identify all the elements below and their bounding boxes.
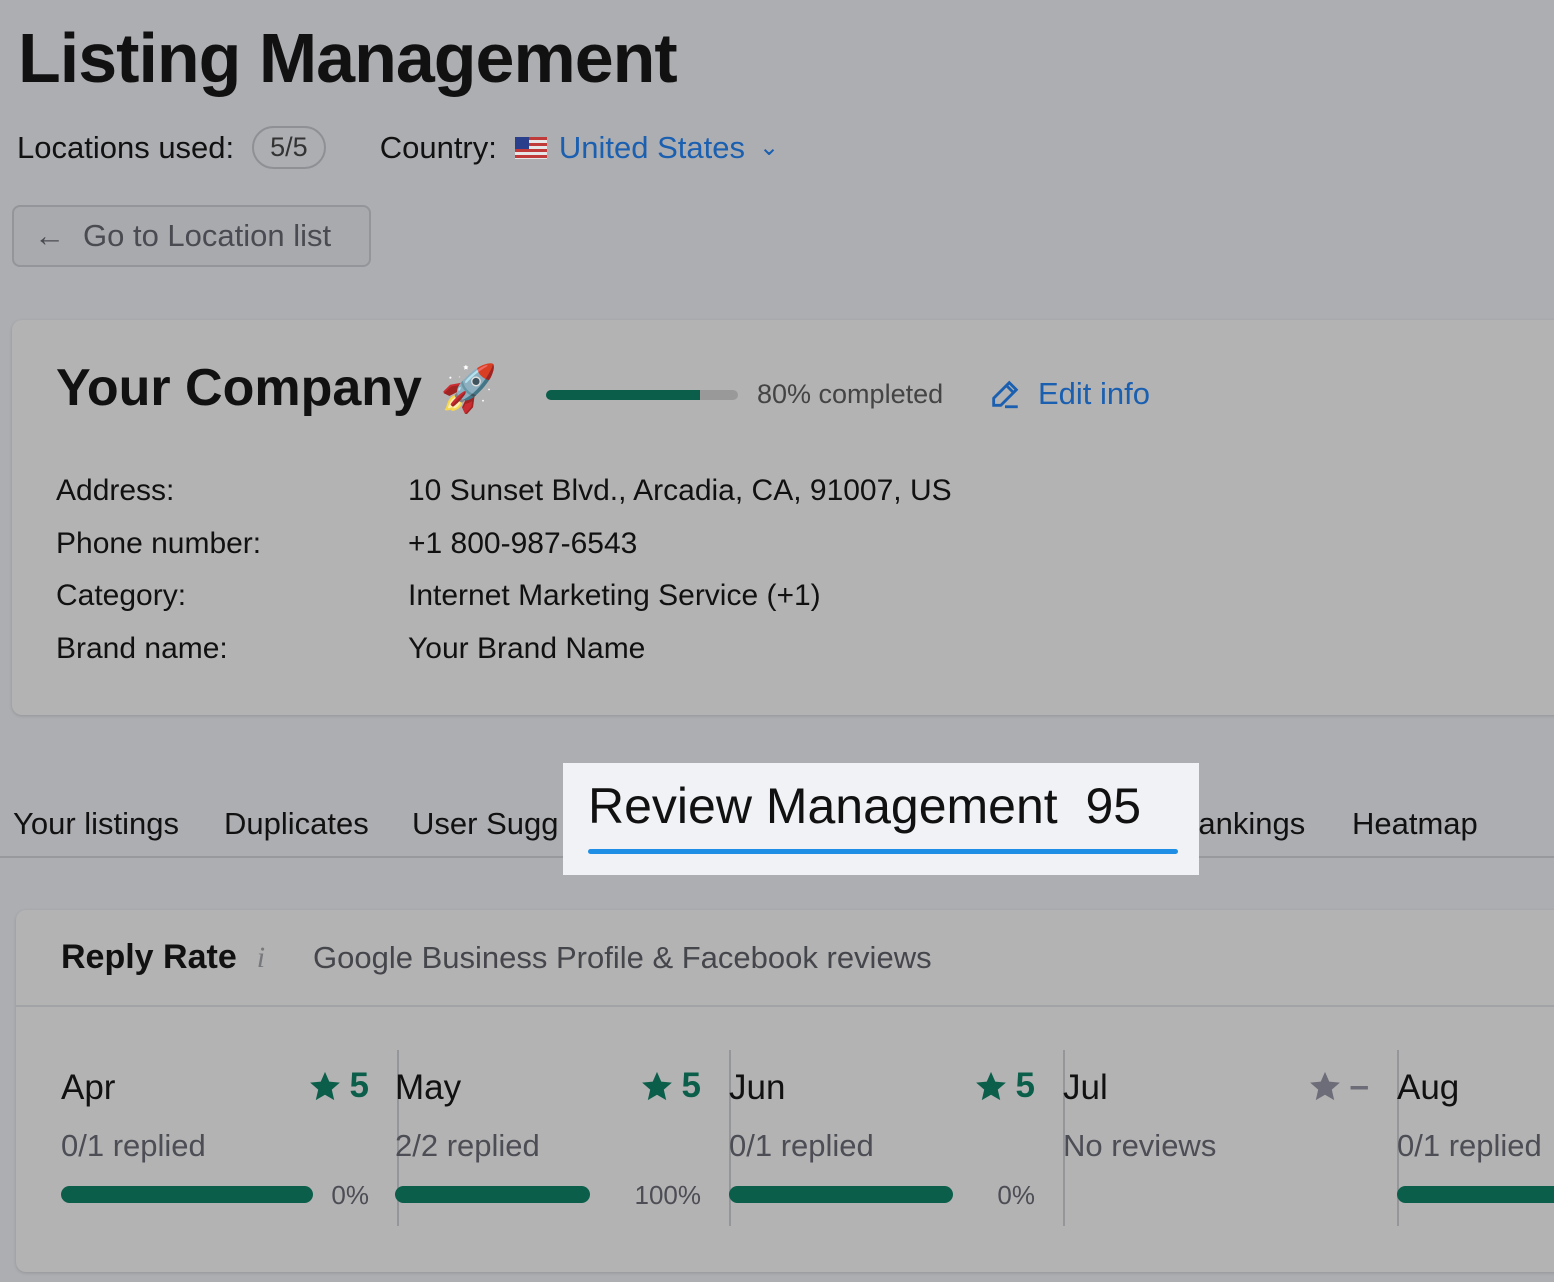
- rating-value: 5: [349, 1066, 369, 1105]
- tab-review-management[interactable]: Review Management 95: [563, 763, 1199, 875]
- tab-duplicates[interactable]: Duplicates: [224, 806, 369, 842]
- month-column: Aug 0/1 replied: [1397, 1050, 1554, 1226]
- arrow-left-icon: ←: [34, 218, 65, 253]
- info-icon[interactable]: i: [257, 941, 265, 975]
- completion-progress-bar: [546, 390, 738, 400]
- chevron-down-icon[interactable]: ⌄: [759, 133, 779, 162]
- field-value: Your Brand Name: [408, 631, 646, 665]
- tab-your-listings[interactable]: Your listings: [13, 806, 179, 842]
- month-name: Aug: [1397, 1068, 1460, 1107]
- reply-progress-bar: [61, 1186, 313, 1203]
- star-icon: [641, 1071, 672, 1101]
- reply-rate-title: Reply Rate: [61, 938, 237, 976]
- locations-label: Locations used:: [17, 129, 235, 165]
- field-value: Internet Marketing Service (+1): [408, 579, 821, 612]
- edit-info-label: Edit info: [1038, 376, 1151, 411]
- month-name: Jun: [729, 1068, 786, 1107]
- month-column: May 5 2/2 replied 100%: [395, 1050, 731, 1226]
- field-label: Address:: [56, 474, 175, 507]
- month-column: Apr 5 0/1 replied 0%: [61, 1050, 399, 1226]
- field-value: 10 Sunset Blvd., Arcadia, CA, 91007, US: [408, 474, 952, 507]
- completion-text: 80% completed: [757, 379, 944, 409]
- progress-fill: [546, 390, 700, 400]
- replied-text: 0/1 replied: [729, 1128, 874, 1163]
- active-tab-underline: [588, 849, 1178, 854]
- reply-progress-bar: [395, 1186, 590, 1203]
- replied-text: 0/1 replied: [1397, 1128, 1542, 1163]
- country-select[interactable]: United States: [559, 130, 745, 166]
- field-label: Brand name:: [56, 631, 228, 665]
- tab-user-suggestions[interactable]: User Sugg: [412, 806, 558, 842]
- star-icon: [975, 1071, 1006, 1101]
- month-name: Apr: [61, 1068, 116, 1107]
- field-label: Phone number:: [56, 526, 262, 560]
- rating-value: –: [1349, 1066, 1369, 1105]
- month-column: Jul – No reviews: [1063, 1050, 1399, 1226]
- reply-progress-bar: [1397, 1186, 1554, 1203]
- reply-percent: 0%: [331, 1180, 369, 1210]
- reply-progress-bar: [729, 1186, 953, 1203]
- star-icon: [1309, 1071, 1340, 1101]
- rating: 5: [640, 1066, 701, 1106]
- page-title: Listing Management: [18, 19, 678, 97]
- pencil-icon: [992, 380, 1019, 409]
- field-value: +1 800-987-6543: [408, 526, 638, 560]
- rating: 5: [308, 1066, 369, 1106]
- tab-review-management-label: Review Management 95: [588, 778, 1142, 834]
- card-divider: [16, 1005, 1554, 1007]
- rating: –: [1308, 1066, 1369, 1106]
- rocket-icon: 🚀: [439, 361, 498, 414]
- star-icon: [309, 1071, 340, 1101]
- locations-badge: 5/5: [252, 126, 326, 169]
- rating-value: 5: [1015, 1066, 1035, 1105]
- country-label: Country:: [379, 129, 497, 165]
- us-flag-icon: [514, 136, 547, 159]
- edit-info-button[interactable]: Edit info: [988, 376, 1150, 412]
- reply-percent: 0%: [997, 1180, 1035, 1210]
- reply-percent: 100%: [634, 1180, 702, 1210]
- company-name: Your Company 🚀: [56, 358, 497, 418]
- company-name-text: Your Company: [56, 359, 422, 417]
- meta-row: Locations used: 5/5 Country: United Stat…: [17, 126, 779, 169]
- reply-rate-subtitle: Google Business Profile & Facebook revie…: [313, 940, 932, 975]
- tab-heatmap[interactable]: Heatmap: [1352, 806, 1478, 842]
- replied-text: No reviews: [1063, 1128, 1217, 1163]
- go-to-location-list-button[interactable]: ← Go to Location list: [12, 205, 371, 267]
- field-label: Category:: [56, 579, 187, 612]
- replied-text: 2/2 replied: [395, 1128, 540, 1163]
- month-name: May: [395, 1068, 462, 1107]
- back-button-label: Go to Location list: [83, 218, 332, 253]
- reply-rate-header: Reply Rate i: [61, 938, 265, 977]
- month-name: Jul: [1063, 1068, 1108, 1107]
- rating-value: 5: [681, 1066, 701, 1105]
- month-column: Jun 5 0/1 replied 0%: [729, 1050, 1065, 1226]
- rating: 5: [974, 1066, 1035, 1106]
- replied-text: 0/1 replied: [61, 1128, 206, 1163]
